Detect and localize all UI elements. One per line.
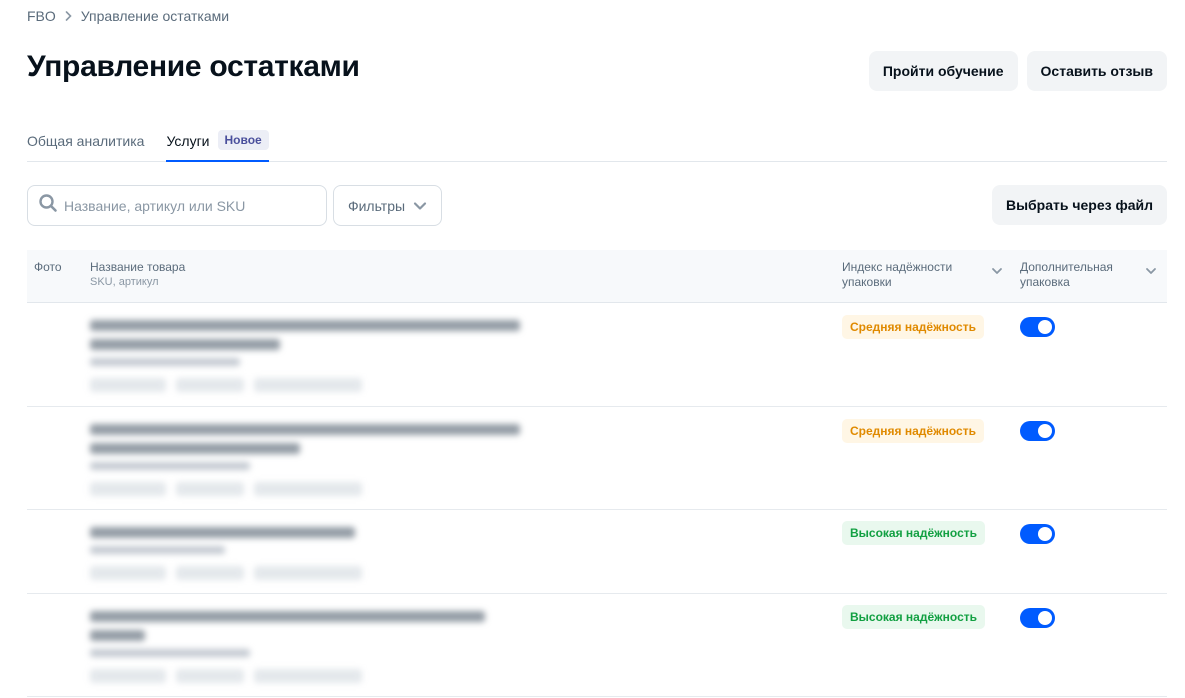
column-name-sublabel: SKU, артикул — [90, 276, 159, 288]
column-name: Название товара SKU, артикул — [90, 260, 185, 290]
page: FBO Управление остатками Управление оста… — [0, 0, 1185, 698]
column-name-label: Название товара — [90, 260, 186, 274]
filters-label: Фильтры — [347, 197, 406, 214]
column-packaging-line2: упаковка — [1020, 275, 1070, 289]
column-reliability-line1: Индекс надёжности — [842, 260, 953, 274]
table-row: Средняя надёжность — [27, 407, 1167, 510]
chevron-down-icon — [413, 198, 427, 214]
tabs: Общая аналитика Услуги Новое — [27, 128, 1167, 162]
select-via-file-button[interactable]: Выбрать через файл — [991, 185, 1167, 225]
column-extra-packaging[interactable]: Дополнительная упаковка — [1020, 260, 1130, 290]
extra-packaging-toggle[interactable] — [1020, 317, 1055, 337]
reliability-badge: Высокая надёжность — [842, 521, 986, 545]
breadcrumb: FBO Управление остатками — [27, 8, 229, 24]
reliability-badge: Средняя надёжность — [842, 419, 984, 443]
column-packaging-line1: Дополнительная — [1020, 260, 1113, 274]
table-row: Средняя надёжность — [27, 303, 1167, 407]
tab-general-analytics[interactable]: Общая аналитика — [27, 128, 144, 162]
filters-dropdown[interactable]: Фильтры — [333, 185, 442, 226]
product-info-redacted — [90, 611, 485, 683]
search-icon — [38, 193, 58, 218]
chevron-down-icon[interactable] — [1145, 264, 1157, 278]
column-photo: Фото — [34, 260, 62, 274]
table-row: Высокая надёжность — [27, 594, 1167, 697]
chevron-down-icon[interactable] — [991, 264, 1003, 278]
table-header: Фото Название товара SKU, артикул Индекс… — [27, 250, 1167, 303]
extra-packaging-toggle[interactable] — [1020, 524, 1055, 544]
search-input[interactable] — [64, 186, 326, 225]
table-row: Высокая надёжность — [27, 510, 1167, 594]
tab-label: Общая аналитика — [27, 133, 145, 149]
column-reliability-line2: упаковки — [842, 275, 892, 289]
extra-packaging-toggle[interactable] — [1020, 608, 1055, 628]
breadcrumb-current: Управление остатками — [80, 8, 230, 24]
product-info-redacted — [90, 424, 520, 496]
reliability-badge: Средняя надёжность — [842, 315, 984, 339]
breadcrumb-fbo[interactable]: FBO — [27, 8, 56, 24]
new-badge: Новое — [217, 130, 269, 150]
training-button[interactable]: Пройти обучение — [868, 51, 1018, 91]
tab-services[interactable]: Услуги Новое — [166, 128, 269, 162]
product-info-redacted — [90, 320, 520, 392]
header-actions: Пройти обучение Оставить отзыв — [868, 51, 1167, 91]
tab-label: Услуги — [166, 133, 210, 149]
column-reliability[interactable]: Индекс надёжности упаковки — [842, 260, 972, 290]
reliability-badge: Высокая надёжность — [842, 605, 986, 629]
feedback-button[interactable]: Оставить отзыв — [1026, 51, 1167, 91]
page-title: Управление остатками — [27, 50, 360, 83]
chevron-right-icon — [65, 9, 72, 24]
extra-packaging-toggle[interactable] — [1020, 421, 1055, 441]
search-box — [27, 185, 327, 226]
product-info-redacted — [90, 527, 362, 580]
